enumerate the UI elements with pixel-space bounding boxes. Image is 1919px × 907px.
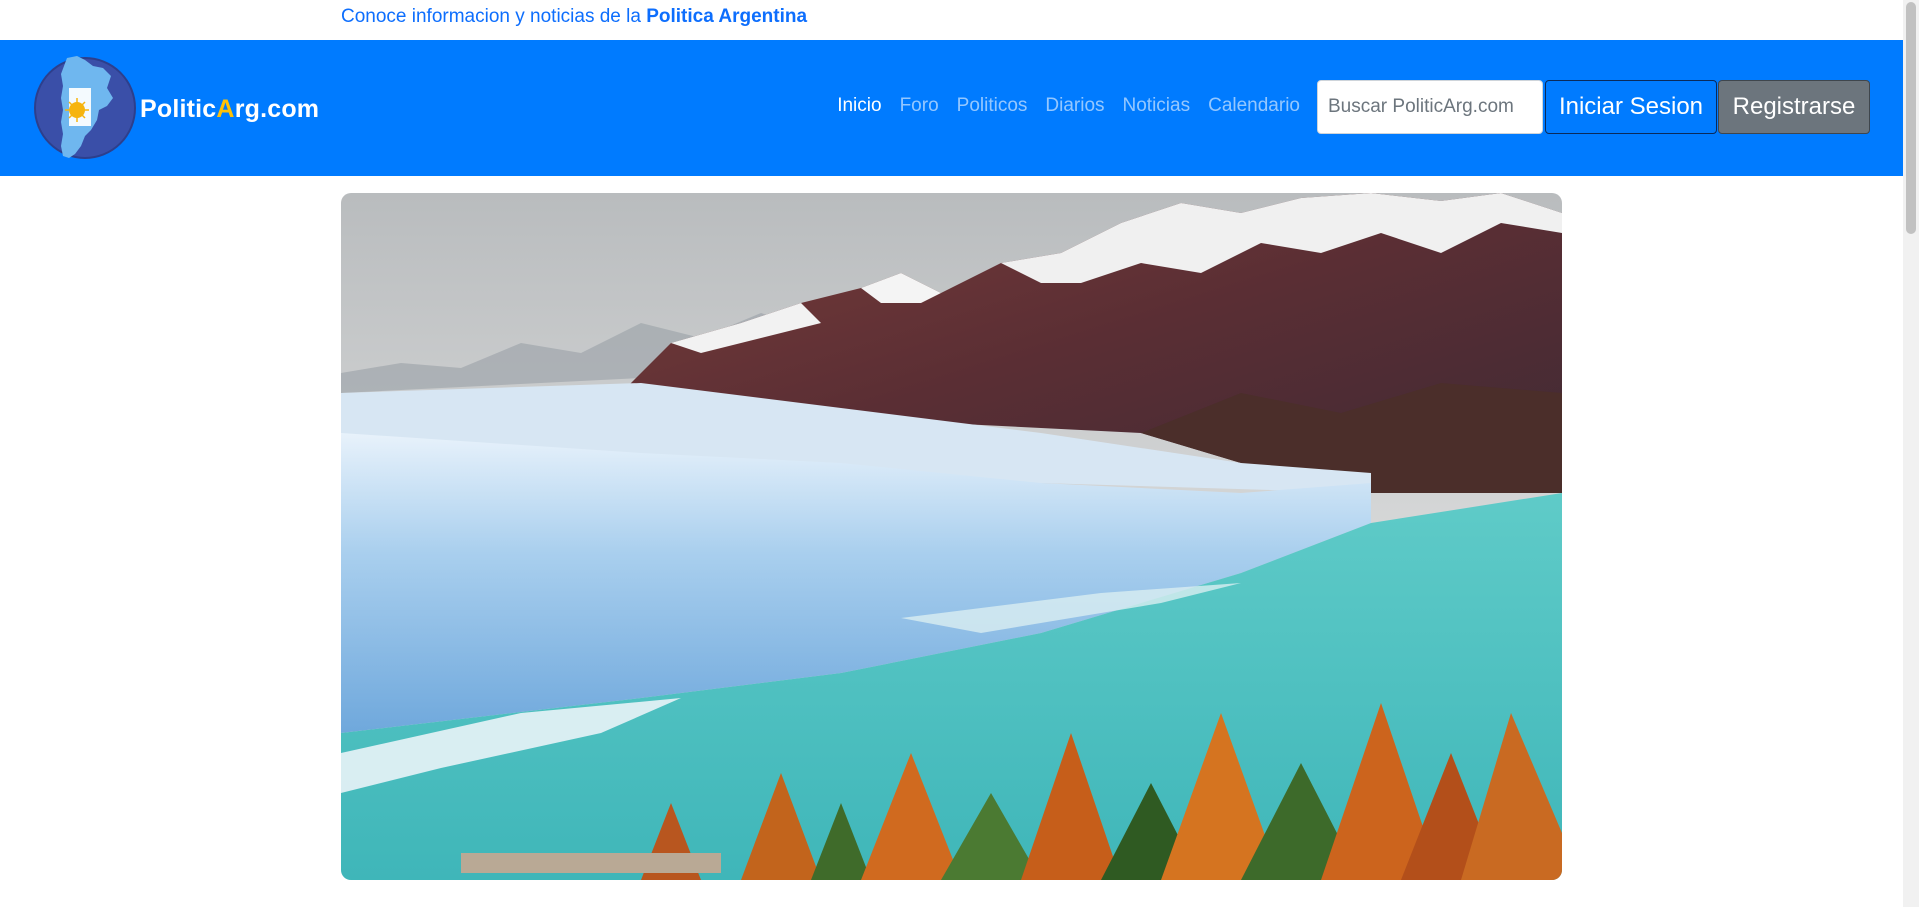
hero-image xyxy=(341,193,1562,880)
top-message-bar: Conoce informacion y noticias de la Poli… xyxy=(0,0,1903,40)
brand-part-3: rg.com xyxy=(234,95,320,123)
nav-item-calendario[interactable]: Calendario xyxy=(1199,95,1309,117)
nav-item-foro[interactable]: Foro xyxy=(891,95,948,117)
glacier-landscape-photo xyxy=(341,193,1562,880)
site-logo-icon[interactable] xyxy=(33,54,137,160)
brand-part-1: Politic xyxy=(140,95,217,123)
register-button[interactable]: Registrarse xyxy=(1718,80,1870,134)
scrollbar-thumb[interactable] xyxy=(1906,2,1916,234)
nav-links: Inicio Foro Politicos Diarios Noticias C… xyxy=(828,95,1309,117)
login-button[interactable]: Iniciar Sesion xyxy=(1545,80,1717,134)
navbar: PoliticArg.com Inicio Foro Politicos Dia… xyxy=(0,40,1903,176)
top-message-highlight: Politica Argentina xyxy=(646,6,808,27)
top-message-prefix: Conoce informacion y noticias de la xyxy=(341,6,647,27)
nav-item-noticias[interactable]: Noticias xyxy=(1114,95,1200,117)
top-message: Conoce informacion y noticias de la Poli… xyxy=(341,6,807,28)
nav-item-inicio[interactable]: Inicio xyxy=(828,95,890,117)
nav-item-diarios[interactable]: Diarios xyxy=(1036,95,1113,117)
brand-accent-letter: A xyxy=(216,95,235,123)
page-scrollbar[interactable] xyxy=(1903,0,1919,907)
nav-item-politicos[interactable]: Politicos xyxy=(948,95,1037,117)
brand-name[interactable]: PoliticArg.com xyxy=(140,95,319,124)
search-input[interactable] xyxy=(1317,80,1543,134)
